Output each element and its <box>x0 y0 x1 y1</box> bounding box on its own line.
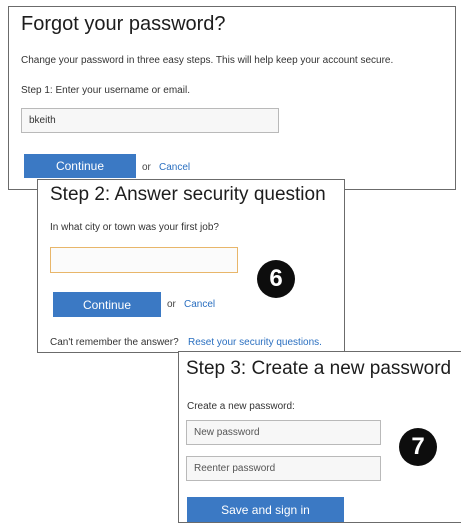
step2-cancel-link[interactable]: Cancel <box>184 299 215 310</box>
step2-title: Step 2: Answer security question <box>50 184 326 205</box>
new-password-label: Create a new password: <box>187 401 295 412</box>
reenter-password-input[interactable] <box>186 456 381 481</box>
step1-panel: Forgot your password? Change your passwo… <box>8 6 456 190</box>
callout-badge-7: 7 <box>399 428 437 466</box>
step2-continue-button[interactable]: Continue <box>53 292 161 317</box>
page-title: Forgot your password? <box>21 13 226 35</box>
step1-field-label: Step 1: Enter your username or email. <box>21 85 190 96</box>
username-email-input[interactable] <box>21 108 279 133</box>
step2-or-text: or <box>167 299 176 310</box>
step2-panel: Step 2: Answer security question In what… <box>37 179 345 353</box>
new-password-input[interactable] <box>186 420 381 445</box>
step1-description: Change your password in three easy steps… <box>21 55 394 66</box>
security-question: In what city or town was your first job? <box>50 222 219 233</box>
reset-security-questions-link[interactable]: Reset your security questions. <box>188 337 322 348</box>
save-and-sign-in-button[interactable]: Save and sign in <box>187 497 344 522</box>
security-answer-input[interactable] <box>50 247 238 273</box>
step1-continue-button[interactable]: Continue <box>24 154 136 178</box>
forgot-answer-text: Can't remember the answer? <box>50 337 179 348</box>
step1-cancel-link[interactable]: Cancel <box>159 162 190 173</box>
step3-title: Step 3: Create a new password <box>186 358 452 379</box>
callout-badge-6: 6 <box>257 260 295 298</box>
step1-or-text: or <box>142 162 151 173</box>
